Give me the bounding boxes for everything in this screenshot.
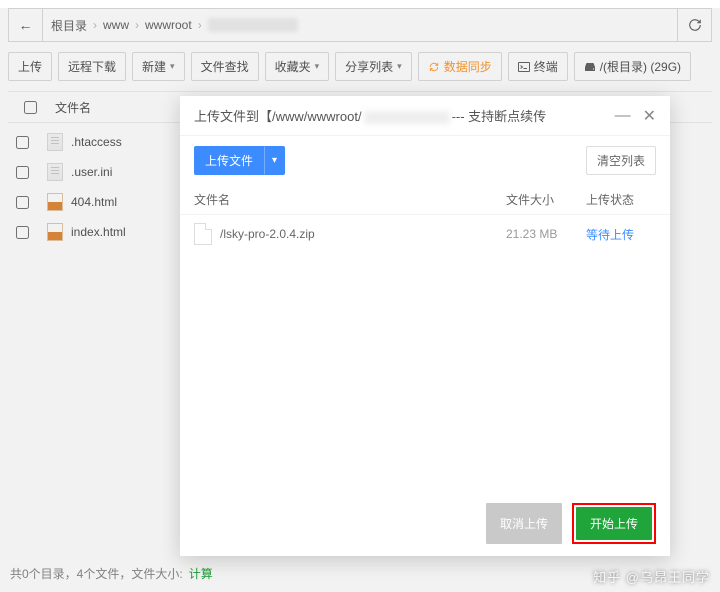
modal-title: 上传文件到【/www/wwwroot/--- 支持断点续传 (194, 106, 615, 125)
modal-col-name: 文件名 (194, 191, 506, 208)
watermark: 知乎 @乌昂王同学 (593, 567, 710, 586)
cancel-upload-button[interactable]: 取消上传 (486, 503, 562, 544)
upload-modal: 上传文件到【/www/wwwroot/--- 支持断点续传 — ✕ 上传文件 ▾… (180, 96, 670, 556)
upload-file-dropdown[interactable]: ▾ (264, 146, 285, 175)
start-upload-button[interactable]: 开始上传 (576, 507, 652, 540)
modal-col-status: 上传状态 (586, 191, 656, 208)
upload-row: /lsky-pro-2.0.4.zip 21.23 MB 等待上传 (180, 215, 670, 253)
close-button[interactable]: ✕ (643, 106, 656, 126)
highlight-annotation: 开始上传 (572, 503, 656, 544)
upload-filename: /lsky-pro-2.0.4.zip (220, 227, 506, 241)
minimize-button[interactable]: — (615, 107, 631, 125)
upload-file-button[interactable]: 上传文件 (194, 146, 264, 175)
upload-file-button-group: 上传文件 ▾ (194, 146, 285, 175)
redacted-path (364, 111, 450, 124)
modal-col-size: 文件大小 (506, 191, 586, 208)
clear-list-button[interactable]: 清空列表 (586, 146, 656, 175)
upload-status[interactable]: 等待上传 (586, 226, 656, 243)
upload-filesize: 21.23 MB (506, 227, 586, 241)
file-icon (194, 223, 212, 245)
